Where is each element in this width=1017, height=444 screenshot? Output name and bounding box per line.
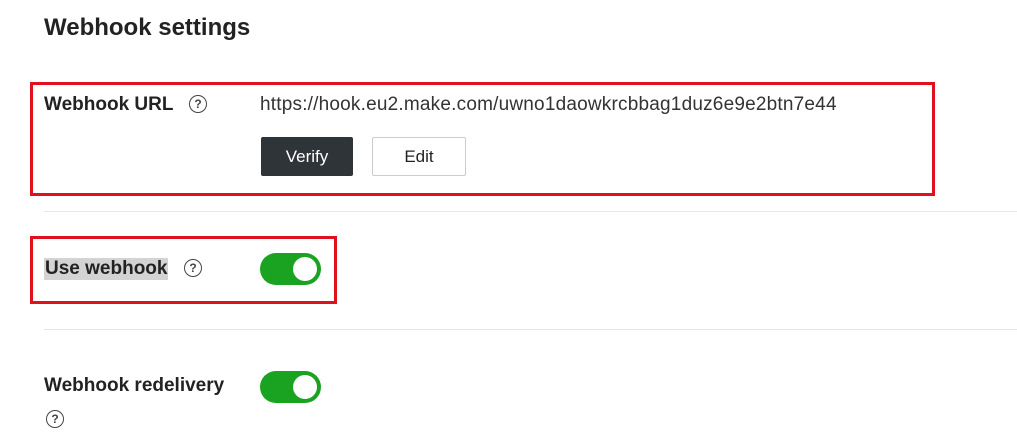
- edit-button[interactable]: Edit: [372, 137, 466, 176]
- webhook-url-value: https://hook.eu2.make.com/uwno1daowkrcbb…: [260, 94, 837, 115]
- divider: [44, 329, 1017, 330]
- verify-button[interactable]: Verify: [261, 137, 353, 176]
- use-webhook-toggle[interactable]: [260, 253, 321, 285]
- webhook-redelivery-toggle[interactable]: [260, 371, 321, 403]
- help-icon[interactable]: ?: [46, 410, 64, 428]
- webhook-url-label: Webhook URL: [44, 94, 174, 115]
- help-icon[interactable]: ?: [184, 259, 202, 277]
- toggle-knob: [293, 375, 317, 399]
- toggle-knob: [293, 257, 317, 281]
- help-icon[interactable]: ?: [189, 95, 207, 113]
- webhook-redelivery-label: Webhook redelivery: [44, 375, 225, 396]
- page-title: Webhook settings: [44, 14, 251, 41]
- divider: [44, 211, 1017, 212]
- use-webhook-label: Use webhook: [44, 258, 169, 280]
